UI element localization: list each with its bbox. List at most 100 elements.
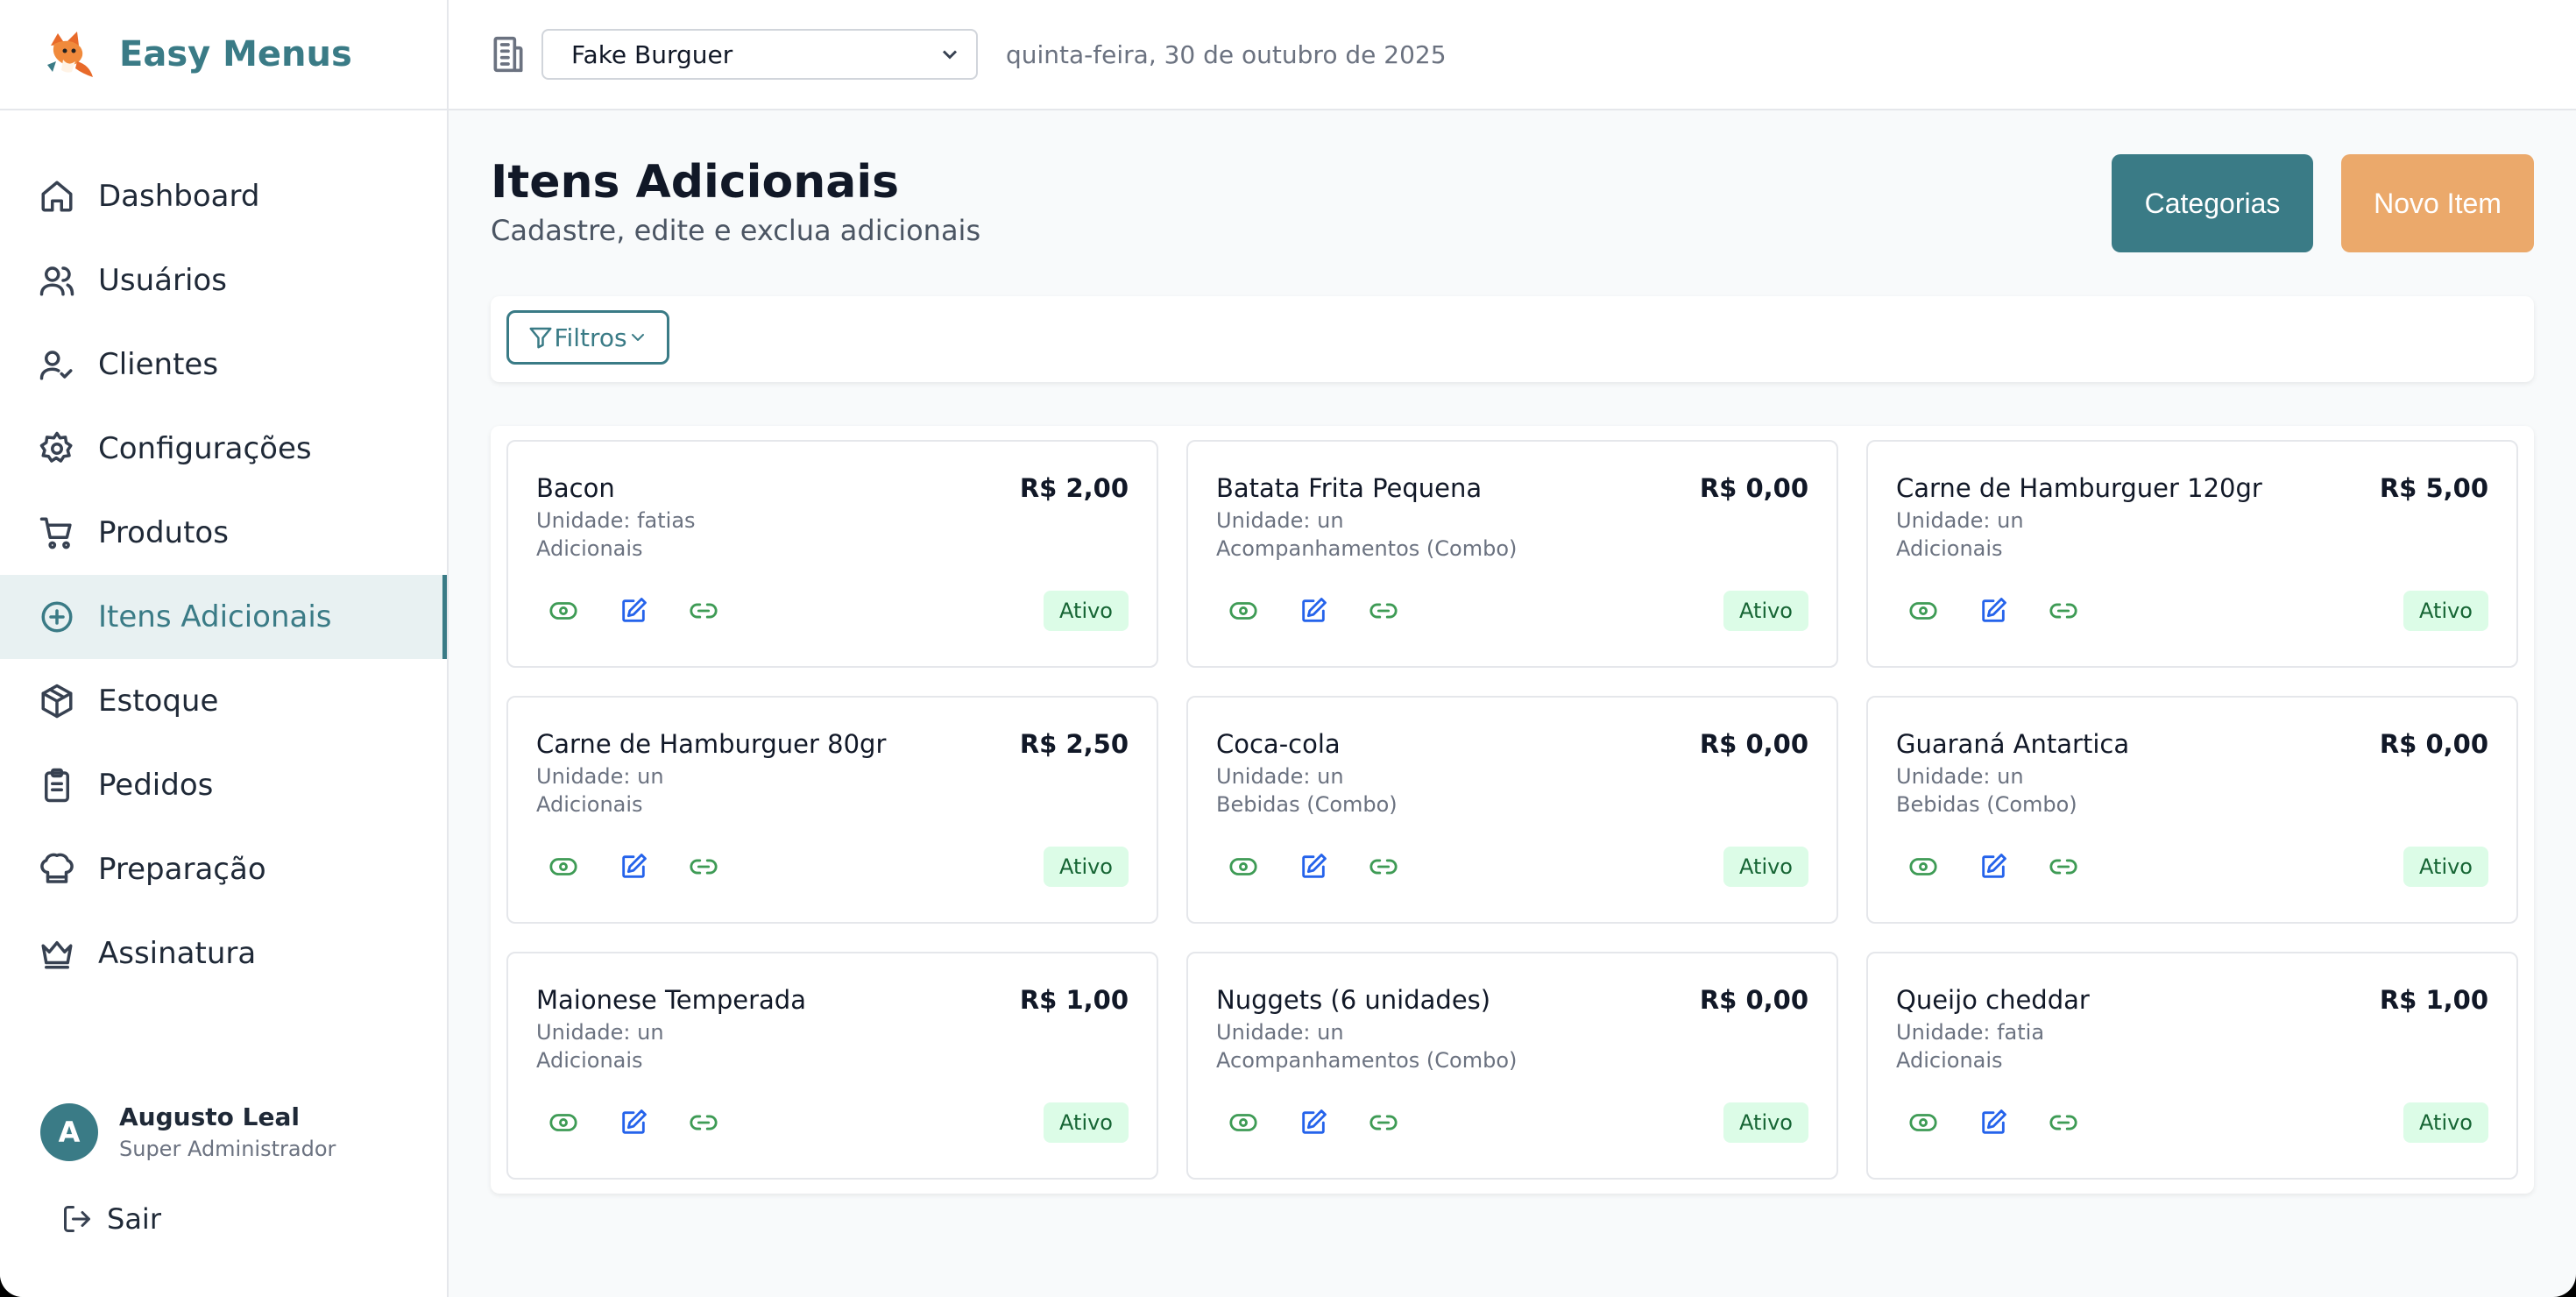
sidebar-item-usuarios[interactable]: Usuários bbox=[0, 238, 447, 322]
sidebar-item-estoque[interactable]: Estoque bbox=[0, 659, 447, 743]
item-category: Acompanhamentos (Combo) bbox=[1216, 536, 1518, 561]
edit-button[interactable] bbox=[619, 852, 650, 883]
sidebar-item-label: Usuários bbox=[98, 263, 227, 298]
sidebar-item-configuracoes[interactable]: Configurações bbox=[0, 407, 447, 491]
user-check-icon bbox=[39, 351, 73, 380]
item-price: R$ 2,50 bbox=[1019, 729, 1129, 759]
edit-button[interactable] bbox=[1299, 852, 1330, 883]
toggle-icon bbox=[1229, 1114, 1257, 1131]
chevron-down-icon bbox=[631, 334, 644, 341]
link-button[interactable] bbox=[689, 1108, 720, 1139]
fox-logo-icon bbox=[47, 32, 93, 77]
item-price: R$ 1,00 bbox=[1019, 985, 1129, 1015]
toggle-status-button[interactable] bbox=[1228, 596, 1260, 627]
edit-icon bbox=[1982, 598, 2006, 622]
status-badge: Ativo bbox=[2403, 847, 2488, 887]
item-category: Adicionais bbox=[1896, 1048, 2003, 1073]
item-price: R$ 5,00 bbox=[2379, 473, 2488, 503]
edit-button[interactable] bbox=[1299, 1108, 1330, 1139]
sidebar-item-itens-adicionais[interactable]: Itens Adicionais bbox=[0, 575, 447, 659]
app-window: Easy Menus Dashboard Usuários Clientes C… bbox=[0, 0, 2576, 1297]
item-category: Adicionais bbox=[536, 536, 643, 561]
link-button[interactable] bbox=[1369, 852, 1400, 883]
edit-icon bbox=[1982, 1109, 2006, 1134]
filters-label: Filtros bbox=[554, 322, 627, 352]
page-title: Itens Adicionais bbox=[491, 156, 900, 209]
item-name: Queijo cheddar bbox=[1896, 985, 2090, 1015]
store-select[interactable]: Fake Burguer bbox=[541, 29, 978, 80]
item-name: Nuggets (6 unidades) bbox=[1216, 985, 1491, 1015]
toggle-icon bbox=[1909, 1114, 1937, 1131]
item-category: Adicionais bbox=[536, 1048, 643, 1073]
edit-icon bbox=[1302, 598, 1327, 622]
toggle-status-button[interactable] bbox=[548, 852, 580, 883]
categories-button[interactable]: Categorias bbox=[2112, 154, 2313, 252]
status-badge: Ativo bbox=[1723, 591, 1808, 631]
toggle-status-button[interactable] bbox=[1228, 852, 1260, 883]
chef-hat-icon bbox=[40, 853, 74, 883]
gear-icon bbox=[39, 431, 73, 463]
status-badge: Ativo bbox=[1723, 847, 1808, 887]
toggle-status-button[interactable] bbox=[548, 1108, 580, 1139]
link-button[interactable] bbox=[1369, 596, 1400, 627]
link-button[interactable] bbox=[1369, 1108, 1400, 1139]
link-button[interactable] bbox=[689, 596, 720, 627]
link-button[interactable] bbox=[2049, 596, 2080, 627]
item-unit: Unidade: fatias bbox=[536, 508, 696, 533]
link-button[interactable] bbox=[2049, 852, 2080, 883]
toggle-status-button[interactable] bbox=[1228, 1108, 1260, 1139]
link-button[interactable] bbox=[689, 852, 720, 883]
link-icon bbox=[690, 859, 718, 875]
items-grid: Bacon R$ 2,00 Unidade: fatias Adicionais… bbox=[491, 426, 2534, 1194]
item-unit: Unidade: un bbox=[536, 1020, 664, 1045]
sidebar-item-assinatura[interactable]: Assinatura bbox=[0, 911, 447, 996]
sidebar-item-preparacao[interactable]: Preparação bbox=[0, 827, 447, 911]
brand-name: Easy Menus bbox=[119, 34, 352, 74]
store-select-value: Fake Burguer bbox=[571, 39, 733, 69]
toggle-status-button[interactable] bbox=[1908, 596, 1940, 627]
link-icon bbox=[1369, 859, 1398, 875]
link-button[interactable] bbox=[2049, 1108, 2080, 1139]
user-profile[interactable]: A Augusto Leal Super Administrador bbox=[40, 1102, 336, 1161]
item-name: Guaraná Antartica bbox=[1896, 729, 2130, 759]
edit-icon bbox=[1302, 854, 1327, 878]
toggle-status-button[interactable] bbox=[1908, 852, 1940, 883]
edit-button[interactable] bbox=[619, 596, 650, 627]
filters-button[interactable]: Filtros bbox=[506, 310, 669, 365]
edit-button[interactable] bbox=[1299, 596, 1330, 627]
toggle-icon bbox=[1909, 858, 1937, 875]
edit-button[interactable] bbox=[1978, 596, 2010, 627]
logout-button[interactable]: Sair bbox=[61, 1202, 161, 1236]
brand[interactable]: Easy Menus bbox=[0, 0, 447, 110]
sidebar-item-dashboard[interactable]: Dashboard bbox=[0, 154, 447, 238]
sidebar-item-label: Itens Adicionais bbox=[98, 599, 332, 634]
sidebar-item-produtos[interactable]: Produtos bbox=[0, 491, 447, 575]
box-icon bbox=[41, 684, 73, 719]
edit-button[interactable] bbox=[619, 1108, 650, 1139]
edit-button[interactable] bbox=[1978, 1108, 2010, 1139]
sidebar-item-clientes[interactable]: Clientes bbox=[0, 322, 447, 407]
sidebar-item-pedidos[interactable]: Pedidos bbox=[0, 743, 447, 827]
item-name: Carne de Hamburguer 80gr bbox=[536, 729, 887, 759]
item-card: Maionese Temperada R$ 1,00 Unidade: un A… bbox=[506, 952, 1158, 1180]
edit-icon bbox=[1982, 854, 2006, 878]
link-icon bbox=[1369, 603, 1398, 619]
link-icon bbox=[1369, 1115, 1398, 1130]
item-price: R$ 2,00 bbox=[1019, 473, 1129, 503]
item-price: R$ 0,00 bbox=[1699, 729, 1808, 759]
item-category: Bebidas (Combo) bbox=[1896, 792, 2077, 817]
status-badge: Ativo bbox=[1044, 591, 1129, 631]
item-price: R$ 1,00 bbox=[2379, 985, 2488, 1015]
toggle-status-button[interactable] bbox=[548, 596, 580, 627]
toggle-status-button[interactable] bbox=[1908, 1108, 1940, 1139]
status-badge: Ativo bbox=[2403, 591, 2488, 631]
edit-button[interactable] bbox=[1978, 852, 2010, 883]
item-card: Queijo cheddar R$ 1,00 Unidade: fatia Ad… bbox=[1866, 952, 2518, 1180]
new-item-button[interactable]: Novo Item bbox=[2341, 154, 2534, 252]
item-category: Acompanhamentos (Combo) bbox=[1216, 1048, 1518, 1073]
item-card: Batata Frita Pequena R$ 0,00 Unidade: un… bbox=[1186, 440, 1838, 668]
item-card: Bacon R$ 2,00 Unidade: fatias Adicionais… bbox=[506, 440, 1158, 668]
edit-icon bbox=[622, 598, 647, 622]
current-date: quinta-feira, 30 de outubro de 2025 bbox=[1006, 39, 1447, 69]
item-unit: Unidade: un bbox=[536, 764, 664, 789]
